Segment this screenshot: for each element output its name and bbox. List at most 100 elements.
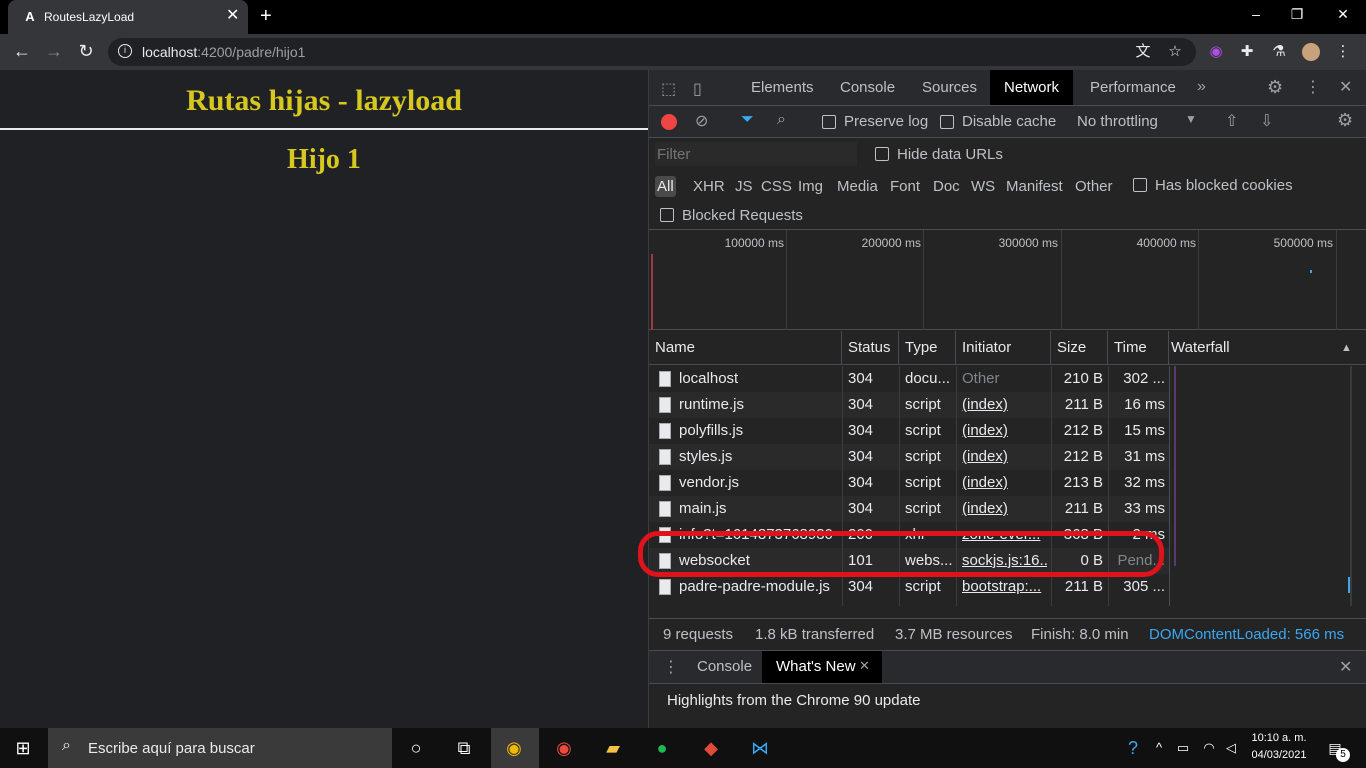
file-explorer-icon[interactable]: ▰	[600, 736, 626, 760]
windows-start-icon[interactable]: ⊞	[10, 736, 36, 760]
column-waterfall[interactable]: Waterfall ▲	[1169, 331, 1366, 365]
cell-initiator[interactable]: (index)	[962, 496, 1047, 522]
waterfall-scrollbar[interactable]	[1350, 366, 1352, 606]
preserve-log-checkbox[interactable]	[822, 115, 836, 129]
table-row[interactable]: vendor.js 304 script (index) 213 B 32 ms	[649, 470, 1169, 496]
table-row[interactable]: polyfills.js 304 script (index) 212 B 15 ms	[649, 418, 1169, 444]
table-row[interactable]: padre-padre-module.js 304 script bootstrap:…	[649, 574, 1169, 600]
clock-date[interactable]: 04/03/2021	[1248, 749, 1310, 761]
reload-icon[interactable]: ↻	[76, 42, 96, 60]
close-devtools-icon[interactable]: ✕	[1339, 77, 1352, 97]
hide-data-urls-checkbox[interactable]	[875, 147, 889, 161]
more-tabs-icon[interactable]: »	[1197, 78, 1206, 96]
table-row[interactable]: runtime.js 304 script (index) 211 B 16 ms	[649, 392, 1169, 418]
forward-icon[interactable]: →	[44, 42, 64, 60]
filter-type-img[interactable]: Img	[798, 178, 823, 195]
blocked-requests-checkbox[interactable]	[660, 208, 674, 222]
battery-icon[interactable]: ▭	[1170, 736, 1196, 760]
tab-network[interactable]: Network	[990, 70, 1074, 105]
browser-tab[interactable]: A RoutesLazyLoad ✕	[8, 0, 248, 34]
filter-funnel-icon[interactable]: ⏷	[741, 111, 754, 129]
new-tab-icon[interactable]: +	[260, 6, 272, 26]
minimize-icon[interactable]: –	[1236, 6, 1276, 22]
network-overview[interactable]: 100000 ms 200000 ms 300000 ms 400000 ms …	[649, 230, 1366, 330]
tab-sources[interactable]: Sources	[908, 70, 991, 105]
task-view-icon[interactable]: ⧉	[451, 736, 477, 760]
address-bar[interactable]: i localhost:4200/padre/hijo1 文 ☆	[108, 38, 1196, 66]
column-time[interactable]: Time	[1108, 331, 1169, 365]
chrome-dev-icon[interactable]: ◉	[501, 736, 527, 760]
help-icon[interactable]: ?	[1120, 736, 1146, 760]
filter-type-css[interactable]: CSS	[761, 178, 792, 195]
table-row[interactable]: localhost 304 docu... Other 210 B 302 ...	[649, 366, 1169, 392]
filter-type-font[interactable]: Font	[890, 178, 920, 195]
chevron-down-icon[interactable]: ▼	[1185, 112, 1197, 126]
restore-icon[interactable]: ❐	[1277, 6, 1317, 23]
cell-initiator[interactable]: (index)	[962, 470, 1047, 496]
translate-icon[interactable]: 文	[1134, 43, 1152, 61]
device-toolbar-icon[interactable]: ▯	[693, 79, 702, 99]
url-text[interactable]: localhost:4200/padre/hijo1	[142, 44, 305, 60]
throttling-select[interactable]: No throttling	[1077, 113, 1158, 130]
profile-avatar[interactable]	[1302, 43, 1320, 61]
close-window-icon[interactable]: ✕	[1323, 6, 1363, 23]
extensions-puzzle-icon[interactable]: ✚	[1238, 43, 1256, 61]
tab-console[interactable]: Console	[826, 70, 909, 105]
filter-type-xhr[interactable]: XHR	[693, 178, 725, 195]
export-har-icon[interactable]: ⇩	[1260, 111, 1273, 131]
disable-cache-checkbox[interactable]	[940, 115, 954, 129]
filter-type-doc[interactable]: Doc	[933, 178, 960, 195]
search-icon[interactable]: ⌕	[777, 111, 786, 129]
import-har-icon[interactable]: ⇧	[1225, 111, 1238, 131]
inspect-element-icon[interactable]: ⬚	[661, 79, 676, 99]
menu-kebab-icon[interactable]: ⋮	[1334, 43, 1352, 61]
cell-initiator[interactable]: bootstrap:...	[962, 574, 1047, 600]
close-drawer-icon[interactable]: ✕	[1339, 657, 1352, 677]
clear-icon[interactable]: ⊘	[695, 111, 708, 131]
column-size[interactable]: Size	[1051, 331, 1108, 365]
table-row[interactable]: main.js 304 script (index) 211 B 33 ms	[649, 496, 1169, 522]
record-icon[interactable]	[661, 114, 677, 130]
volume-icon[interactable]: ◁	[1218, 736, 1244, 760]
filter-input[interactable]	[655, 142, 857, 166]
filter-type-js[interactable]: JS	[735, 178, 753, 195]
cell-initiator[interactable]: (index)	[962, 392, 1047, 418]
clock-time[interactable]: 10:10 a. m.	[1248, 732, 1310, 744]
cell-size: 211 B	[1064, 500, 1103, 517]
bookmark-star-icon[interactable]: ☆	[1166, 43, 1184, 61]
filter-type-other[interactable]: Other	[1075, 178, 1113, 195]
vscode-icon[interactable]: ⋈	[747, 736, 773, 760]
filter-type-ws[interactable]: WS	[971, 178, 995, 195]
column-name[interactable]: Name	[649, 331, 842, 365]
column-type[interactable]: Type	[899, 331, 956, 365]
spotify-icon[interactable]: ●	[649, 736, 675, 760]
filter-type-all[interactable]: All	[655, 176, 676, 197]
cell-initiator[interactable]: (index)	[962, 418, 1047, 444]
close-drawer-tab-icon[interactable]: ✕	[859, 658, 870, 674]
table-row[interactable]: styles.js 304 script (index) 212 B 31 ms	[649, 444, 1169, 470]
labs-flask-icon[interactable]: ⚗	[1270, 43, 1288, 61]
cortana-icon[interactable]: ○	[403, 736, 429, 760]
site-info-icon[interactable]: i	[118, 44, 132, 58]
devtools-menu-icon[interactable]: ⋮	[1305, 77, 1321, 97]
filter-type-manifest[interactable]: Manifest	[1006, 178, 1063, 195]
git-icon[interactable]: ◆	[698, 736, 724, 760]
settings-gear-icon[interactable]: ⚙	[1267, 77, 1283, 98]
close-tab-icon[interactable]: ✕	[226, 8, 239, 24]
extension-icon[interactable]: ◉	[1207, 43, 1225, 61]
tab-performance[interactable]: Performance	[1076, 70, 1190, 105]
column-status[interactable]: Status	[842, 331, 899, 365]
drawer-tab-console[interactable]: Console	[683, 651, 766, 683]
drawer-menu-icon[interactable]: ⋮	[663, 657, 679, 677]
has-blocked-cookies-checkbox[interactable]	[1133, 178, 1147, 192]
tab-elements[interactable]: Elements	[737, 70, 828, 105]
cell-initiator[interactable]: (index)	[962, 444, 1047, 470]
chrome-icon[interactable]: ◉	[551, 736, 577, 760]
back-icon[interactable]: ←	[12, 42, 32, 60]
taskbar-search-box[interactable]: ⌕ Escribe aquí para buscar	[48, 728, 392, 768]
waterfall-area[interactable]	[1169, 366, 1366, 606]
show-hidden-icons-icon[interactable]: ^	[1146, 736, 1172, 760]
network-settings-icon[interactable]: ⚙	[1337, 110, 1353, 131]
column-initiator[interactable]: Initiator	[956, 331, 1051, 365]
filter-type-media[interactable]: Media	[837, 178, 878, 195]
